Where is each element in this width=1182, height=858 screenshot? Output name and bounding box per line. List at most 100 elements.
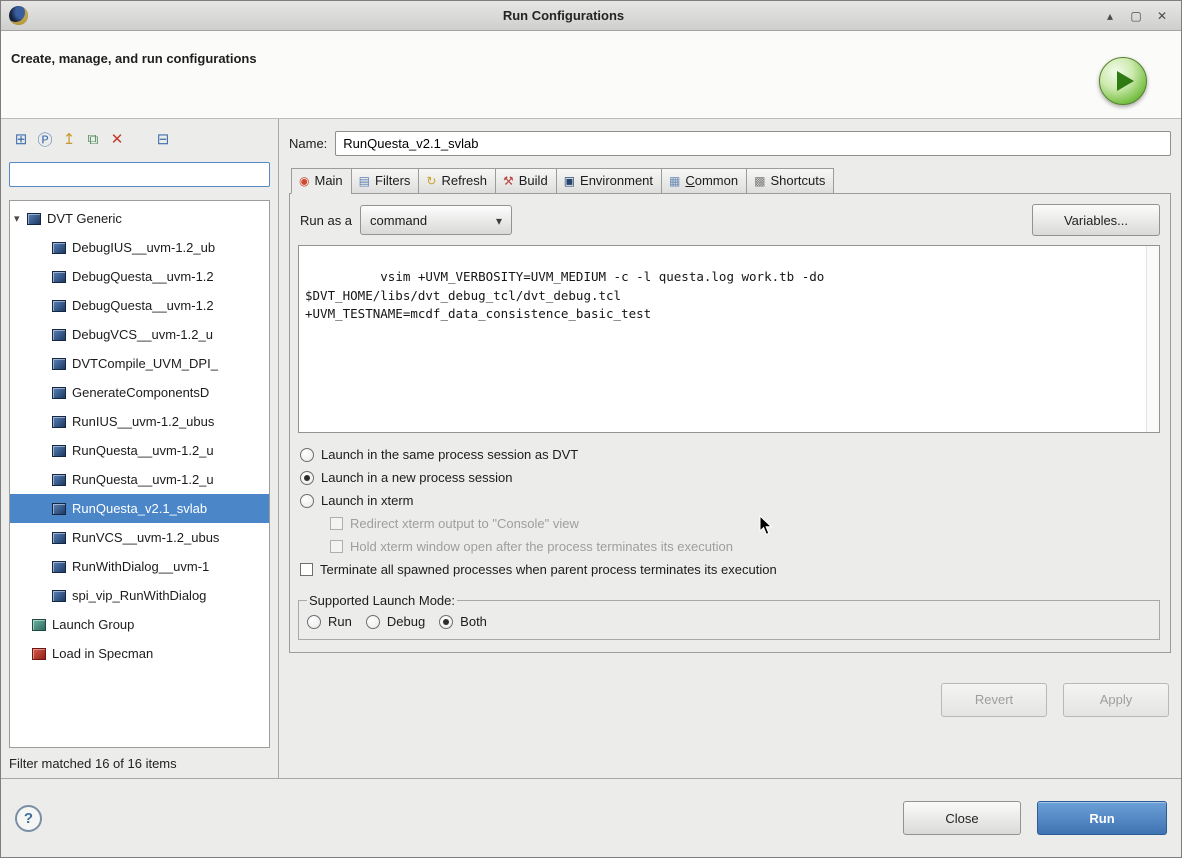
variables-button[interactable]: Variables... [1032, 204, 1160, 236]
main-tab-icon: ◉ [299, 173, 310, 188]
delete-icon[interactable]: ✕ [105, 128, 129, 150]
radio-option[interactable]: Launch in a new process session [298, 466, 1160, 489]
tree-item-label: DebugQuesta__uvm-1.2 [72, 298, 214, 313]
checkbox-icon[interactable] [300, 563, 313, 576]
tree-item-launch-group[interactable]: Launch Group [10, 610, 269, 639]
tree-item[interactable]: DebugQuesta__uvm-1.2 [10, 262, 269, 291]
tab-label: Main [314, 173, 343, 188]
export-icon[interactable]: ↥ [57, 128, 81, 150]
tab-environment[interactable]: ▣ Environment [555, 168, 663, 194]
filter-status: Filter matched 16 of 16 items [9, 756, 177, 771]
radio-option[interactable]: Debug [365, 612, 425, 631]
tab-refresh[interactable]: ↻ Refresh [418, 168, 496, 194]
config-icon [52, 386, 66, 399]
tree-item-label: RunQuesta_v2.1_svlab [72, 501, 208, 516]
collapse-all-icon[interactable]: ⊟ [151, 128, 175, 150]
close-button[interactable]: ✕ [1151, 6, 1173, 25]
tab-main[interactable]: ◉ Main [291, 168, 352, 194]
launch-mode-group: Supported Launch Mode: Run Debug Both [298, 593, 1160, 640]
configurations-sidebar: ⊞Ⓟ↥⧉✕ ⊟ DVT Generic DebugIUS__uvm-1.2_ub De… [1, 119, 279, 778]
run-badge-icon [1099, 57, 1147, 105]
terminate-option[interactable]: Terminate all spawned processes when par… [298, 558, 1160, 581]
play-icon [1117, 71, 1134, 91]
tree-item-label: Launch Group [52, 617, 135, 632]
tree-item[interactable]: RunWithDialog__uvm-1 [10, 552, 269, 581]
tree-item-label: DebugIUS__uvm-1.2_ub [72, 240, 216, 255]
apply-button[interactable]: Apply [1063, 682, 1169, 717]
shade-button[interactable]: ▴ [1099, 6, 1121, 25]
name-input[interactable] [335, 131, 1171, 156]
config-icon [52, 560, 66, 573]
tab-common[interactable]: ▦ Common [661, 168, 748, 194]
tree-root-dvt-generic[interactable]: DVT Generic [10, 204, 269, 233]
help-button[interactable]: ? [15, 804, 42, 832]
launch-mode-label: Supported Launch Mode: [309, 593, 455, 608]
run-button[interactable]: Run [1037, 801, 1167, 835]
config-icon [52, 531, 66, 544]
filter-input[interactable] [9, 162, 270, 187]
config-tree[interactable]: DVT Generic DebugIUS__uvm-1.2_ub DebugQues… [9, 200, 270, 748]
name-label: Name: [289, 136, 328, 151]
tree-item-label: DVTCompile_UVM_DPI_ [72, 356, 218, 371]
tab-shortcuts[interactable]: ▩ Shortcuts [746, 168, 835, 194]
tree-item[interactable]: RunQuesta__uvm-1.2_u [10, 465, 269, 494]
expander-icon[interactable] [14, 212, 27, 225]
command-text: vsim +UVM_VERBOSITY=UVM_MEDIUM -c -l que… [305, 268, 825, 322]
tab-build[interactable]: ⚒ Build [495, 168, 557, 194]
tree-item-specman[interactable]: Load in Specman [10, 639, 269, 668]
launch-mode-options: Run Debug Both [307, 609, 1149, 632]
radio-option[interactable]: Both [439, 612, 487, 631]
config-icon [52, 299, 66, 312]
radio-option[interactable]: Run [307, 612, 352, 631]
maximize-button[interactable]: ▢ [1125, 6, 1147, 25]
titlebar[interactable]: Run Configurations ▴ ▢ ✕ [1, 1, 1181, 31]
main-tab-panel: Run as a command Variables... vsim +UVM_… [289, 193, 1171, 653]
tab-label: Environment [580, 173, 654, 188]
config-icon [52, 444, 66, 457]
new-config-icon[interactable]: ⊞ [9, 128, 33, 150]
run-as-row: Run as a command Variables... [298, 204, 1160, 236]
terminate-option-label: Terminate all spawned processes when par… [320, 562, 777, 577]
tree-item[interactable]: GenerateComponentsD [10, 378, 269, 407]
config-icon [52, 328, 66, 341]
tree-item[interactable]: RunQuesta_v2.1_svlab [10, 494, 269, 523]
tree-item[interactable]: DebugQuesta__uvm-1.2 [10, 291, 269, 320]
radio-option[interactable]: Launch in the same process session as DV… [298, 443, 1160, 466]
radio-icon[interactable] [300, 493, 314, 508]
radio-icon[interactable] [439, 614, 454, 629]
command-textarea[interactable]: vsim +UVM_VERBOSITY=UVM_MEDIUM -c -l que… [298, 245, 1160, 433]
new-prototype-icon[interactable]: Ⓟ [33, 128, 57, 150]
radio-icon[interactable] [300, 470, 314, 485]
checkbox-icon [330, 517, 343, 530]
xterm-options: Redirect xterm output to "Console" view H… [328, 512, 1160, 558]
tree-item[interactable]: DebugIUS__uvm-1.2_ub [10, 233, 269, 262]
tree-item[interactable]: RunVCS__uvm-1.2_ubus [10, 523, 269, 552]
tree-item-label: RunWithDialog__uvm-1 [72, 559, 210, 574]
tab-label: Shortcuts [770, 173, 826, 188]
close-button[interactable]: Close [903, 801, 1021, 835]
radio-icon[interactable] [365, 614, 380, 629]
specman-icon [32, 647, 46, 660]
duplicate-icon[interactable]: ⧉ [81, 128, 105, 150]
tab-filters[interactable]: ▤ Filters [350, 168, 420, 194]
banner-title: Create, manage, and run configurations [11, 51, 257, 66]
tree-item[interactable]: RunQuesta__uvm-1.2_u [10, 436, 269, 465]
tree-item[interactable]: DebugVCS__uvm-1.2_u [10, 320, 269, 349]
tree-item[interactable]: RunIUS__uvm-1.2_ubus [10, 407, 269, 436]
checkbox-icon [330, 540, 343, 553]
config-icon [27, 212, 41, 225]
tree-item-label: Load in Specman [52, 646, 154, 661]
command-scrollbar[interactable] [1146, 246, 1159, 432]
run-as-combo[interactable]: command [360, 205, 513, 235]
launch-group-icon [32, 618, 46, 631]
radio-icon[interactable] [300, 447, 314, 462]
radio-icon[interactable] [307, 614, 321, 629]
tree-item-label: RunQuesta__uvm-1.2_u [72, 443, 214, 458]
tree-item-label: RunVCS__uvm-1.2_ubus [72, 530, 220, 545]
tree-item[interactable]: DVTCompile_UVM_DPI_ [10, 349, 269, 378]
revert-button[interactable]: Revert [941, 682, 1047, 717]
tree-item-label: DebugQuesta__uvm-1.2 [72, 269, 214, 284]
radio-option[interactable]: Launch in xterm [298, 489, 1160, 512]
tree-item[interactable]: spi_vip_RunWithDialog [10, 581, 269, 610]
checkbox-option: Redirect xterm output to "Console" view [328, 512, 1160, 535]
